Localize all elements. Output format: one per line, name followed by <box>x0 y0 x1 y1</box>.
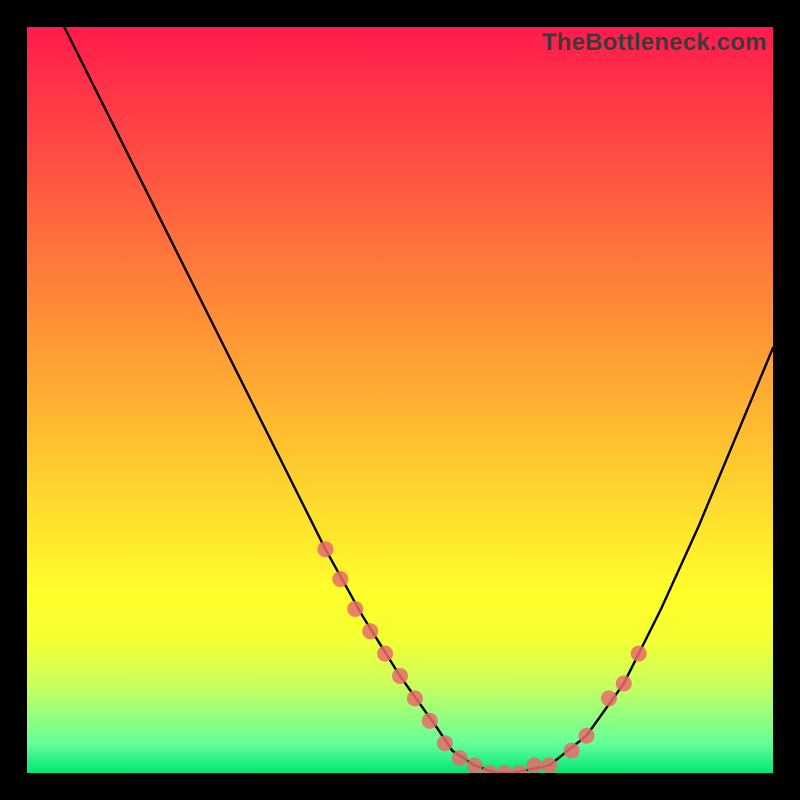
highlight-dot <box>452 750 468 766</box>
highlight-dot <box>437 735 453 751</box>
highlight-dots-group <box>317 541 646 773</box>
highlight-dot <box>467 758 483 774</box>
highlight-dot <box>422 713 438 729</box>
highlight-dot <box>317 541 333 557</box>
highlight-dot <box>392 668 408 684</box>
chart-svg <box>27 27 773 773</box>
highlight-dot <box>579 728 595 744</box>
chart-frame: TheBottleneck.com <box>0 0 800 800</box>
highlight-dot <box>377 646 393 662</box>
highlight-dot <box>332 571 348 587</box>
chart-plot-area: TheBottleneck.com <box>27 27 773 773</box>
highlight-dot <box>496 765 512 773</box>
highlight-dot <box>601 690 617 706</box>
highlight-dot <box>347 601 363 617</box>
highlight-dot <box>616 676 632 692</box>
highlight-dot <box>407 690 423 706</box>
highlight-dot <box>631 646 647 662</box>
highlight-dot <box>541 758 557 774</box>
highlight-dot <box>564 743 580 759</box>
bottleneck-curve-path <box>64 27 773 773</box>
highlight-dot <box>526 758 542 774</box>
highlight-dot <box>511 765 527 773</box>
highlight-dot <box>362 623 378 639</box>
highlight-dot <box>482 765 498 773</box>
